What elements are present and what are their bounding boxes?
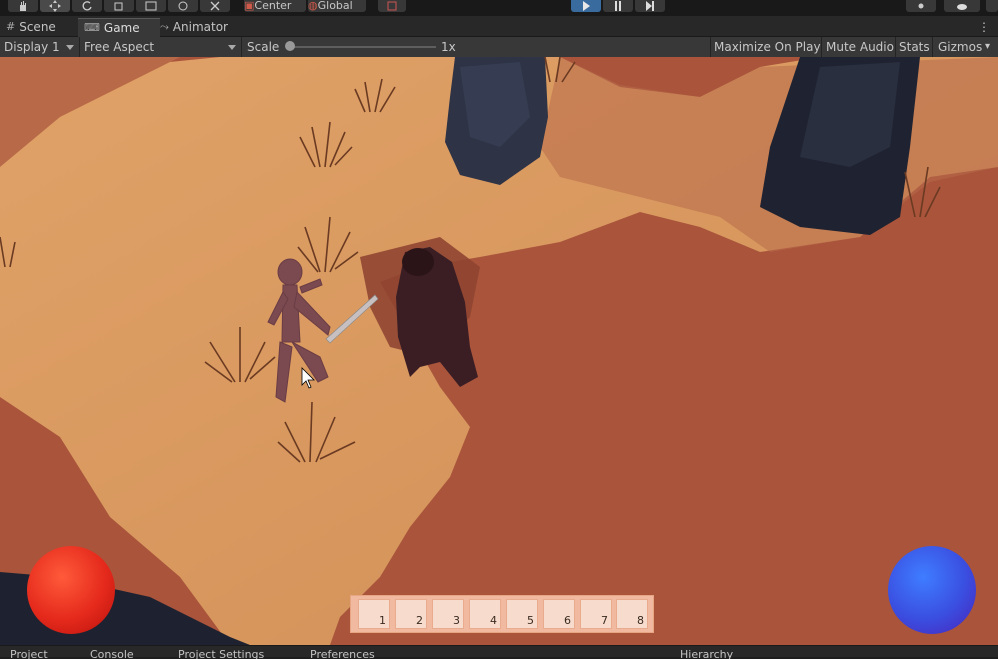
- pause-button[interactable]: [603, 0, 633, 12]
- scale-slider-thumb[interactable]: [285, 41, 295, 51]
- animator-icon: ⤳: [160, 20, 169, 33]
- hotbar-slot[interactable]: 1: [358, 599, 390, 629]
- bottom-panel-tabs: Project Console Project Settings Prefere…: [0, 645, 998, 659]
- rotate-tool-icon[interactable]: [72, 0, 102, 12]
- hotbar: 1 2 3 4 5 6 7 8: [350, 595, 654, 633]
- gizmos-toggle[interactable]: Gizmos: [938, 37, 982, 57]
- hotbar-slot[interactable]: 3: [432, 599, 464, 629]
- transform-tool-icon[interactable]: [168, 0, 198, 12]
- gizmos-dropdown-icon[interactable]: ▾: [985, 37, 990, 57]
- main-toolbar: ▣Center ◍Global: [0, 0, 998, 16]
- tab-console[interactable]: Console: [90, 648, 134, 659]
- space-toggle-button[interactable]: ◍Global: [308, 0, 366, 12]
- scale-value: 1x: [441, 40, 456, 54]
- grid-icon: #: [6, 20, 16, 33]
- account-button[interactable]: [986, 0, 998, 12]
- hotbar-slot[interactable]: 4: [469, 599, 501, 629]
- tab-scene[interactable]: # Scene: [0, 18, 78, 36]
- move-tool-icon[interactable]: [40, 0, 70, 12]
- hand-tool-icon[interactable]: [8, 0, 38, 12]
- window-tabs: # Scene ⌨ Game ⤳ Animator ⋮: [0, 16, 998, 37]
- tab-menu-icon[interactable]: ⋮: [978, 18, 990, 36]
- cloud-icon[interactable]: [944, 0, 980, 12]
- stats-toggle[interactable]: Stats: [899, 37, 930, 57]
- play-button[interactable]: [571, 0, 601, 12]
- tab-project-settings[interactable]: Project Settings: [178, 648, 264, 659]
- rect-tool-icon[interactable]: [136, 0, 166, 12]
- health-orb: [27, 546, 115, 634]
- hotbar-slot[interactable]: 7: [580, 599, 612, 629]
- mana-orb: [888, 546, 976, 634]
- pivot-toggle-button[interactable]: ▣Center: [244, 0, 306, 12]
- tab-animator[interactable]: ⤳ Animator: [154, 18, 246, 36]
- hotbar-slot[interactable]: 6: [543, 599, 575, 629]
- snap-settings-icon[interactable]: [378, 0, 406, 12]
- hotbar-slot[interactable]: 8: [616, 599, 648, 629]
- custom-tool-icon[interactable]: [200, 0, 230, 12]
- tab-preferences[interactable]: Preferences: [310, 648, 375, 659]
- game-scene: [0, 57, 998, 645]
- game-viewport[interactable]: 1 2 3 4 5 6 7 8: [0, 57, 998, 645]
- tab-project[interactable]: Project: [10, 648, 48, 659]
- tab-game[interactable]: ⌨ Game: [78, 18, 160, 37]
- display-dropdown[interactable]: Display 1: [4, 37, 78, 57]
- pivot-icon: ▣: [244, 0, 255, 12]
- scale-tool-icon[interactable]: [104, 0, 134, 12]
- scale-label: Scale: [247, 40, 280, 54]
- mute-audio-toggle[interactable]: Mute Audio: [826, 37, 894, 57]
- tab-hierarchy[interactable]: Hierarchy: [680, 648, 733, 659]
- maximize-on-play-toggle[interactable]: Maximize On Play: [714, 37, 821, 57]
- gamepad-icon: ⌨: [84, 21, 100, 34]
- step-button[interactable]: [635, 0, 665, 12]
- scale-slider-track[interactable]: [290, 46, 436, 48]
- hotbar-slot[interactable]: 5: [506, 599, 538, 629]
- aspect-dropdown[interactable]: Free Aspect: [84, 37, 240, 57]
- hotbar-slot[interactable]: 2: [395, 599, 427, 629]
- globe-icon: ◍: [308, 0, 318, 12]
- services-icon[interactable]: [906, 0, 936, 12]
